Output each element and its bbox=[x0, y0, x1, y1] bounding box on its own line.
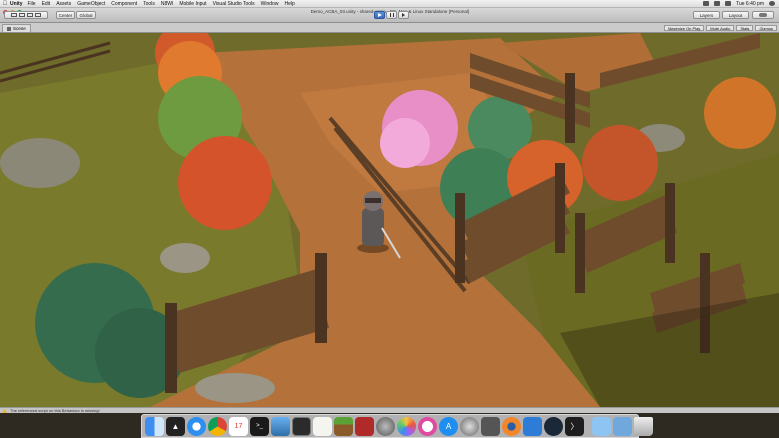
step-icon bbox=[402, 13, 405, 17]
menu-component[interactable]: Component bbox=[111, 1, 137, 7]
photos-icon[interactable] bbox=[397, 416, 416, 436]
rotate-tool-icon[interactable] bbox=[27, 13, 33, 17]
scene-tab-label: Scene bbox=[13, 26, 26, 31]
textedit-icon[interactable] bbox=[313, 416, 332, 436]
rock-left bbox=[0, 138, 80, 188]
terminal-icon[interactable]: >_ bbox=[250, 416, 269, 436]
tree-pink-highlight bbox=[380, 118, 430, 168]
trash-icon[interactable] bbox=[634, 416, 653, 436]
gizmos-dropdown[interactable]: Gizmos bbox=[755, 25, 777, 31]
volume-icon[interactable] bbox=[714, 1, 721, 6]
stats-toggle[interactable]: Stats bbox=[736, 25, 754, 31]
system-preferences-icon[interactable] bbox=[460, 416, 479, 436]
app-store-icon[interactable]: A bbox=[439, 416, 458, 436]
scale-tool-icon[interactable] bbox=[35, 13, 41, 17]
minecraft-icon[interactable] bbox=[334, 416, 353, 436]
transform-tools[interactable] bbox=[4, 11, 48, 19]
preview-icon[interactable] bbox=[271, 416, 290, 436]
account-button[interactable] bbox=[752, 11, 774, 19]
game-icon[interactable] bbox=[355, 416, 374, 436]
unity-screen:  Unity File Edit Assets GameObject Comp… bbox=[0, 0, 779, 438]
folder-icon[interactable] bbox=[592, 416, 611, 436]
menu-gameobject[interactable]: GameObject bbox=[77, 1, 105, 7]
unity-icon[interactable]: ▲ bbox=[166, 416, 185, 436]
tree-orange-right bbox=[582, 125, 658, 201]
macos-menu-bar:  Unity File Edit Assets GameObject Comp… bbox=[0, 0, 779, 8]
play-button[interactable] bbox=[374, 11, 385, 19]
pause-icon bbox=[389, 13, 394, 17]
pause-button[interactable] bbox=[386, 11, 397, 19]
cloud-icon bbox=[759, 13, 767, 17]
move-tool-icon[interactable] bbox=[19, 13, 25, 17]
steam-icon[interactable] bbox=[544, 416, 563, 436]
unity-toolbar: Demo_ACBA_03.unity - shared-origin - PC,… bbox=[0, 8, 779, 23]
dock-background: ▲ 17 >_ A 〉 bbox=[0, 413, 779, 438]
unity-hub-icon[interactable] bbox=[292, 416, 311, 436]
menu-window[interactable]: Window bbox=[261, 1, 279, 7]
chrome-icon[interactable] bbox=[208, 416, 227, 436]
spotlight-icon[interactable] bbox=[769, 1, 775, 6]
scene-tab-icon bbox=[7, 26, 11, 31]
finder-icon[interactable] bbox=[145, 416, 164, 436]
scene-view-header: Scene Maximize On Play Mute Audio Stats … bbox=[0, 23, 779, 33]
app-menu-unity[interactable]: Unity bbox=[10, 1, 23, 7]
calendar-icon[interactable]: 17 bbox=[229, 416, 248, 436]
vlc-icon[interactable] bbox=[481, 416, 500, 436]
blender-icon[interactable] bbox=[502, 416, 521, 436]
menu-tools[interactable]: Tools bbox=[143, 1, 155, 7]
tree-red-left bbox=[178, 136, 272, 230]
scene-options: Maximize On Play Mute Audio Stats Gizmos bbox=[664, 25, 777, 31]
battery-icon[interactable] bbox=[725, 1, 732, 6]
menu-help[interactable]: Help bbox=[284, 1, 294, 7]
play-icon bbox=[377, 13, 382, 17]
menu-visual-studio-tools[interactable]: Visual Studio Tools bbox=[213, 1, 255, 7]
status-menu-area: Tue 6:40 pm bbox=[703, 1, 779, 7]
menu-clock[interactable]: Tue 6:40 pm bbox=[736, 1, 764, 7]
hand-tool-icon[interactable] bbox=[11, 13, 17, 17]
step-button[interactable] bbox=[398, 11, 409, 19]
layers-dropdown[interactable]: Layers bbox=[693, 11, 720, 19]
mute-audio-toggle[interactable]: Mute Audio bbox=[706, 25, 735, 31]
menu-n8wi[interactable]: N8WI bbox=[161, 1, 174, 7]
menu-mobile-input[interactable]: Mobile Input bbox=[179, 1, 206, 7]
global-local-button[interactable]: Global bbox=[76, 11, 96, 19]
game-view[interactable] bbox=[0, 33, 779, 407]
safari-icon[interactable] bbox=[187, 416, 206, 436]
itunes-icon[interactable] bbox=[418, 416, 437, 436]
rocket-icon[interactable] bbox=[376, 416, 395, 436]
tree-orange-far-right bbox=[704, 77, 776, 149]
maximize-on-play-toggle[interactable]: Maximize On Play bbox=[664, 25, 705, 31]
downloads-icon[interactable] bbox=[613, 416, 632, 436]
menu-assets[interactable]: Assets bbox=[56, 1, 71, 7]
pivot-center-button[interactable]: Center bbox=[56, 11, 75, 19]
visual-studio-icon[interactable]: 〉 bbox=[565, 416, 584, 436]
layout-dropdown[interactable]: Layout bbox=[722, 11, 749, 19]
rock-mid bbox=[160, 243, 210, 273]
xcode-icon[interactable] bbox=[523, 416, 542, 436]
game-scene-render bbox=[0, 33, 779, 407]
macos-dock: ▲ 17 >_ A 〉 bbox=[141, 414, 653, 438]
rock-bottom bbox=[195, 373, 275, 403]
wifi-icon[interactable] bbox=[703, 1, 710, 6]
apple-menu-icon[interactable]:  bbox=[0, 1, 10, 7]
menu-file[interactable]: File bbox=[28, 1, 36, 7]
menu-edit[interactable]: Edit bbox=[42, 1, 51, 7]
scene-tab[interactable]: Scene bbox=[2, 24, 31, 32]
